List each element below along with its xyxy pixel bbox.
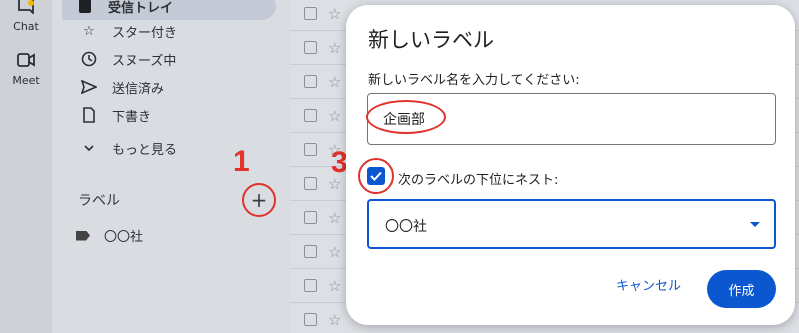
rail-chat[interactable]: Chat [0, 0, 52, 33]
sidebar-item-label: スター付き [112, 25, 178, 41]
send-icon [80, 78, 98, 96]
create-button[interactable]: 作成 [707, 270, 776, 308]
star-icon: ☆ [83, 23, 95, 39]
star-icon[interactable]: ☆ [328, 209, 341, 227]
step-marker-1: 1 [233, 145, 250, 178]
nest-checkbox[interactable] [367, 167, 385, 185]
star-icon[interactable]: ☆ [328, 311, 341, 329]
sidebar-item-sent[interactable]: 送信済み [66, 73, 276, 101]
star-icon[interactable]: ☆ [328, 277, 341, 295]
row-checkbox[interactable] [304, 75, 317, 88]
parent-label-value: 〇〇社 [385, 219, 427, 235]
inbox-icon [76, 0, 94, 15]
draft-icon [80, 106, 98, 124]
chevron-down-icon [80, 139, 98, 157]
row-checkbox[interactable] [304, 109, 317, 122]
new-label-dialog: 新しいラベル 新しいラベル名を入力してください: 企画部 次のラベルの下位にネス… [346, 5, 795, 325]
sidebar-label-item[interactable]: 〇〇社 [76, 226, 143, 245]
sidebar-item-label: スヌーズ中 [112, 53, 177, 69]
row-checkbox[interactable] [304, 41, 317, 54]
create-label-button[interactable]: + [242, 183, 276, 217]
video-camera-icon [17, 53, 35, 67]
sidebar-item-starred[interactable]: ☆ スター付き [66, 17, 276, 45]
sidebar-item-label: もっと見る [112, 142, 178, 158]
label-tag-icon [76, 230, 90, 241]
star-icon[interactable]: ☆ [328, 243, 341, 261]
cancel-button[interactable]: キャンセル [616, 275, 681, 294]
label-name-caption: 新しいラベル名を入力してください: [368, 73, 580, 88]
star-icon[interactable]: ☆ [328, 73, 341, 91]
row-checkbox[interactable] [304, 245, 317, 258]
parent-label-select[interactable]: 〇〇社 [367, 199, 776, 249]
sidebar-item-label: 送信済み [112, 81, 165, 97]
sidebar: 受信トレイ ☆ スター付き スヌーズ中 送信済み 下書き もっと見る ラベル 〇… [52, 0, 290, 333]
dialog-title: 新しいラベル [368, 28, 494, 52]
row-checkbox[interactable] [304, 279, 317, 292]
row-checkbox[interactable] [304, 313, 317, 326]
checkmark-icon [370, 171, 382, 181]
clock-icon [80, 50, 98, 68]
sidebar-item-label: 受信トレイ [108, 0, 174, 16]
star-icon[interactable]: ☆ [328, 107, 341, 125]
star-icon[interactable]: ☆ [328, 5, 341, 23]
labels-heading: ラベル [78, 193, 120, 209]
row-checkbox[interactable] [304, 211, 317, 224]
label-item-text: 〇〇社 [104, 230, 144, 245]
rail-meet-label: Meet [12, 74, 40, 87]
sidebar-item-drafts[interactable]: 下書き [66, 101, 276, 129]
row-checkbox[interactable] [304, 7, 317, 20]
star-icon[interactable]: ☆ [328, 39, 341, 57]
sidebar-item-label: 下書き [112, 109, 152, 125]
rail-chat-label: Chat [13, 20, 39, 33]
nest-checkbox-label: 次のラベルの下位にネスト: [398, 173, 559, 188]
rail-meet[interactable]: Meet [0, 52, 52, 87]
sidebar-item-snoozed[interactable]: スヌーズ中 [66, 45, 276, 73]
dropdown-arrow-icon [750, 222, 760, 227]
chat-icon [18, 0, 34, 14]
label-name-value: 企画部 [383, 112, 425, 128]
app-rail: Chat Meet [0, 0, 52, 333]
row-checkbox[interactable] [304, 177, 317, 190]
row-checkbox[interactable] [304, 143, 317, 156]
